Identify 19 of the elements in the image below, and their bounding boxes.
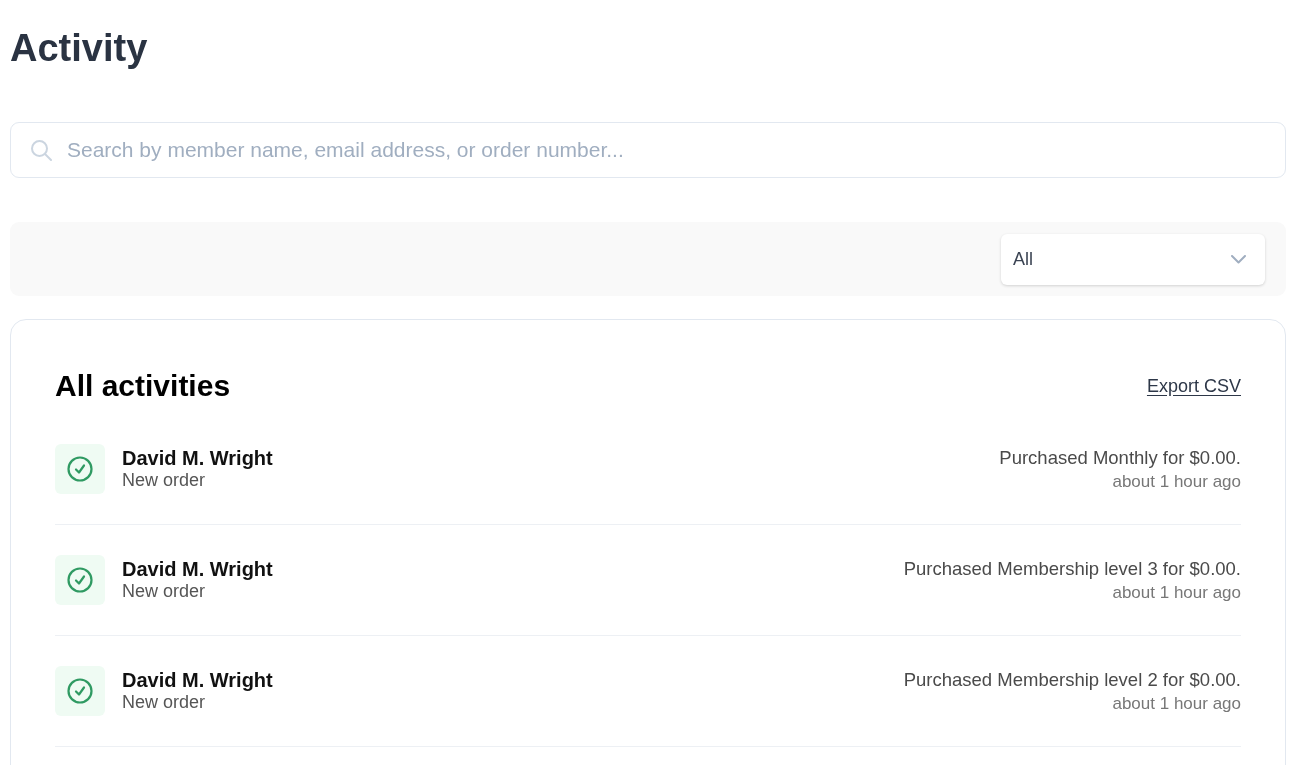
filter-select[interactable]: All: [1001, 233, 1265, 285]
page-title: Activity: [10, 26, 148, 71]
activity-time: about 1 hour ago: [1112, 582, 1241, 603]
search-icon: [31, 140, 52, 161]
activity-description: Purchased Membership level 2 for $0.00.: [903, 668, 1241, 691]
activity-type: New order: [122, 581, 206, 602]
member-name: David M. Wright: [122, 558, 273, 581]
activity-type: New order: [122, 692, 206, 713]
export-link[interactable]: Export CSV: [1146, 375, 1241, 397]
member-name: David M. Wright: [122, 447, 273, 470]
activity-time: about 1 hour ago: [1112, 471, 1241, 492]
activity-description: Purchased Monthly for $0.00.: [999, 446, 1241, 469]
activity-type: New order: [122, 470, 206, 491]
search-field[interactable]: Search by member name, email address, or order number...: [10, 122, 1286, 178]
activity-description: Purchased Membership level 3 for $0.00.: [903, 557, 1241, 580]
activity-time: about 1 hour ago: [1112, 693, 1241, 714]
chevron-down-icon: [1231, 254, 1246, 264]
member-name: David M. Wright: [122, 669, 273, 692]
card-title: All activities: [55, 369, 231, 403]
